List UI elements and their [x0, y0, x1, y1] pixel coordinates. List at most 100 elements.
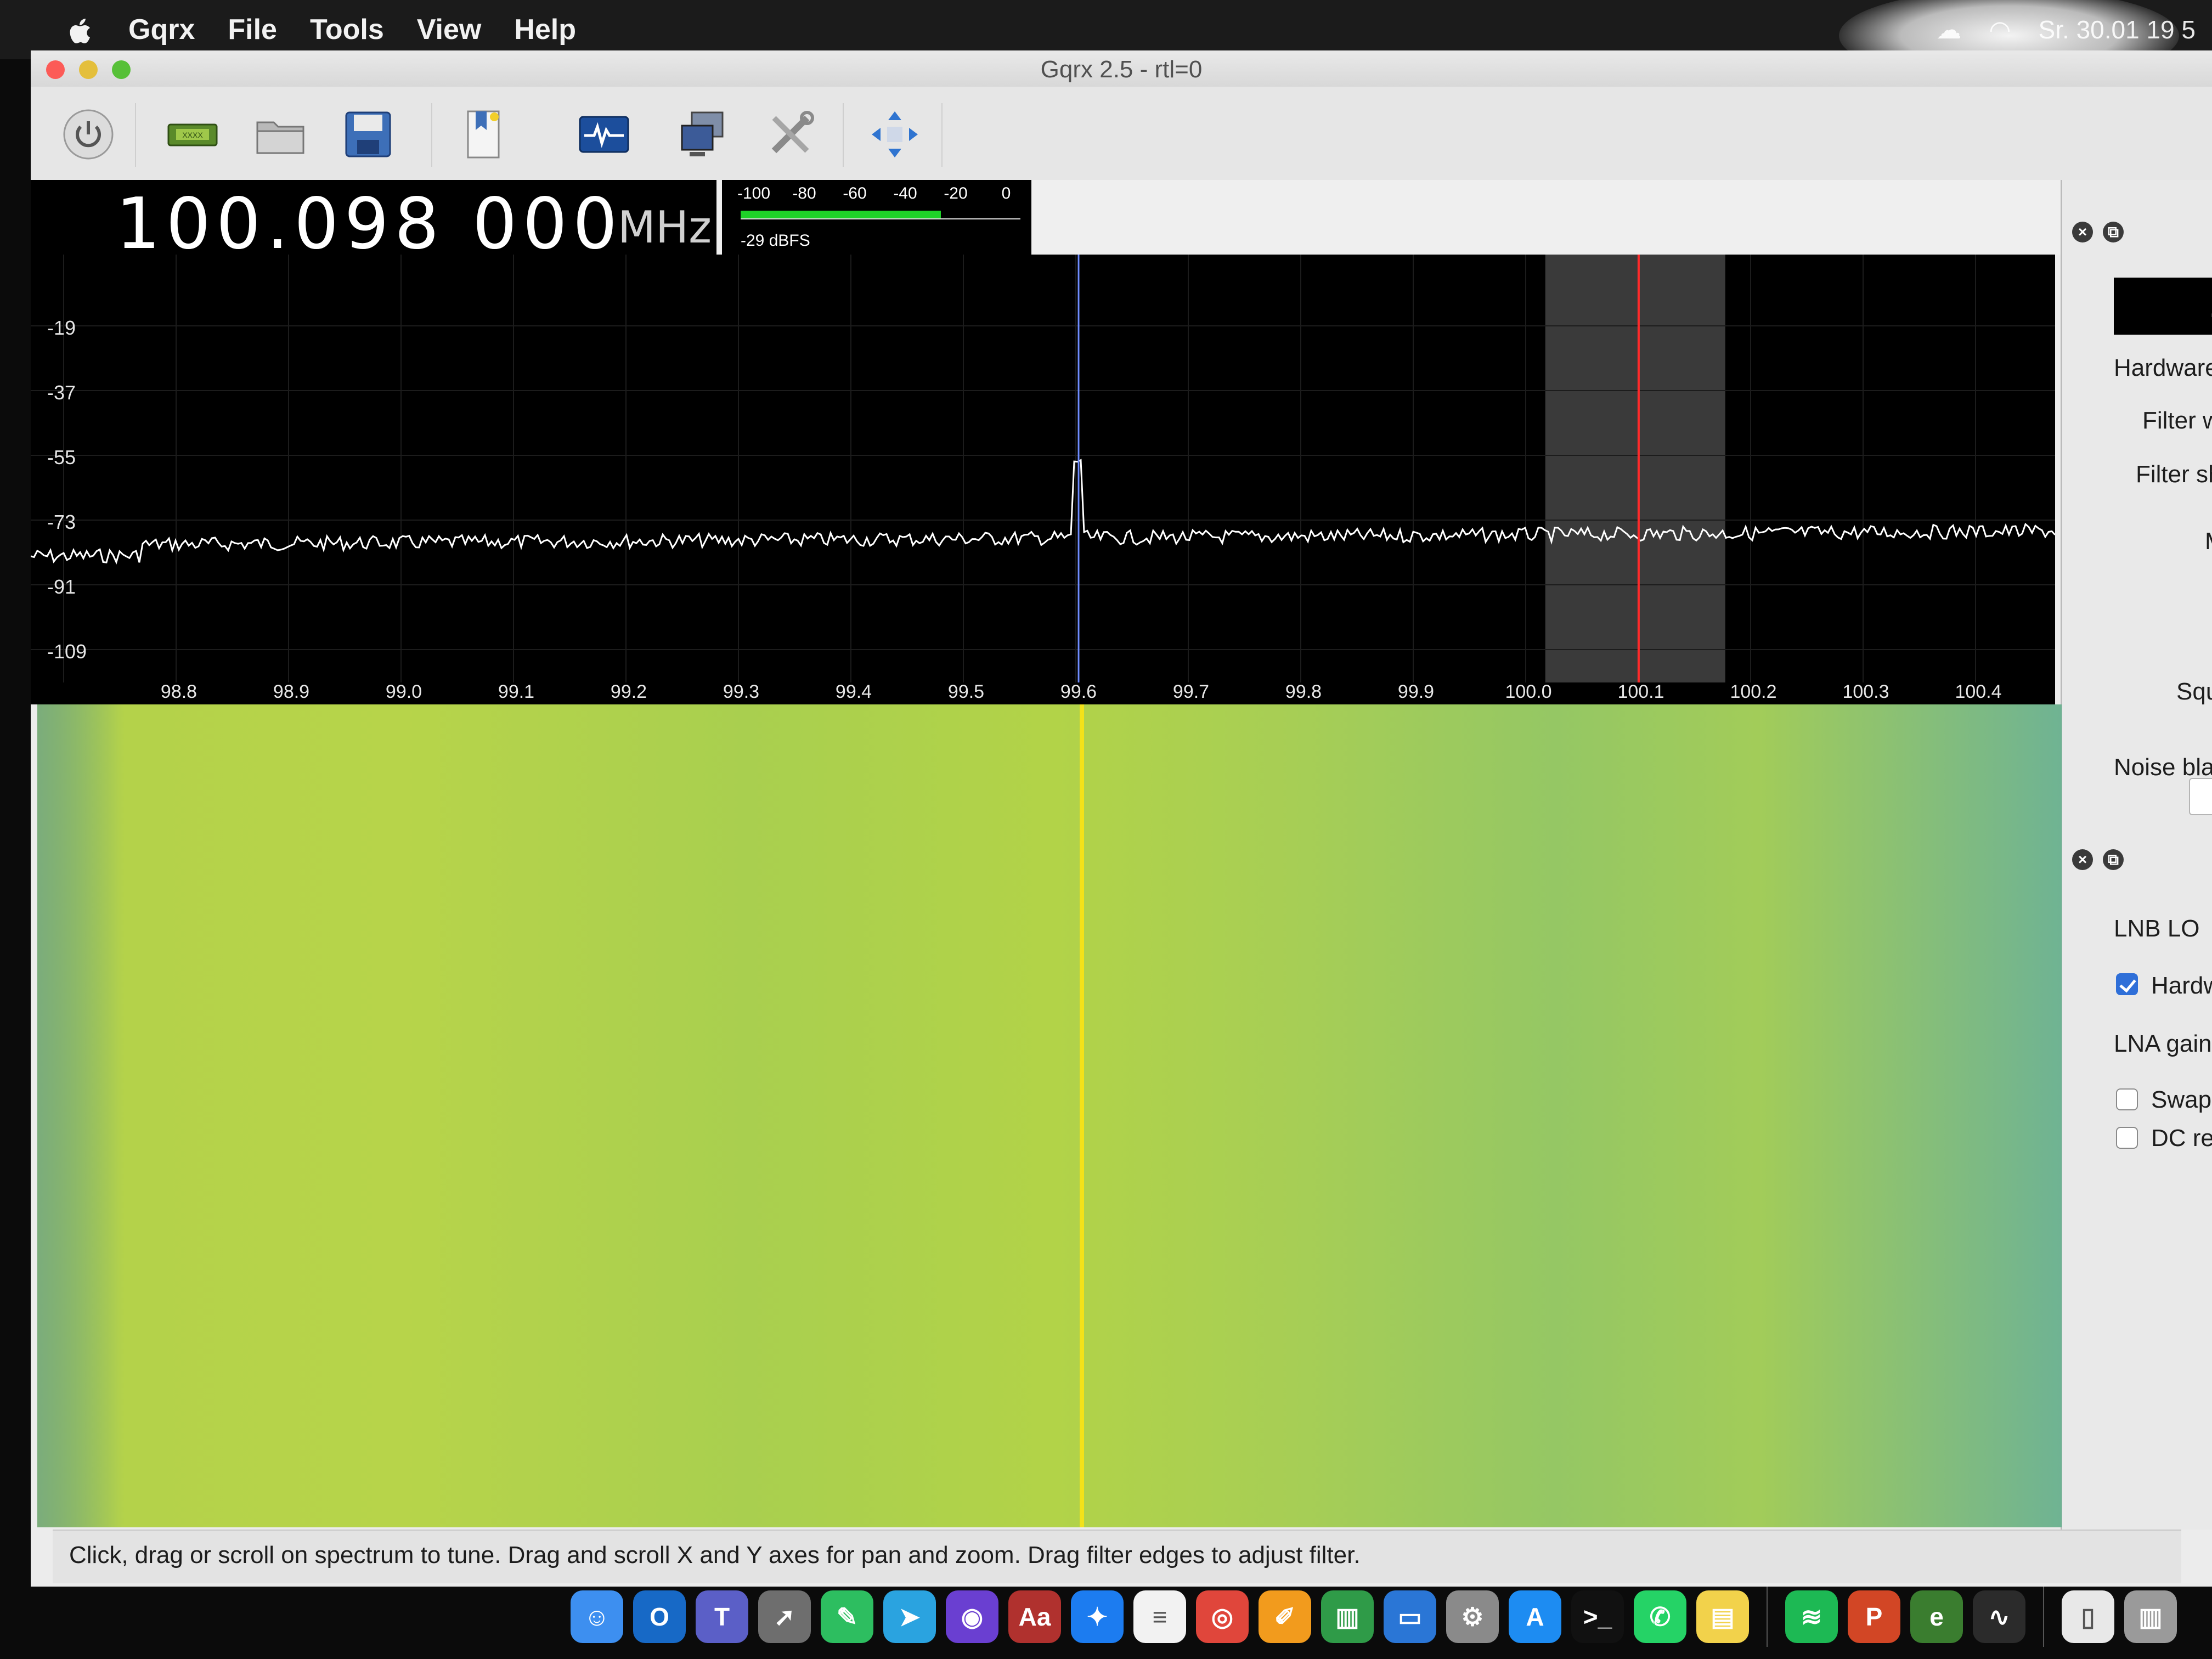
menu-app-name[interactable]: Gqrx [128, 13, 195, 46]
menu-help[interactable]: Help [514, 13, 576, 46]
keynote-icon[interactable]: ▭ [1384, 1590, 1436, 1643]
app-store-icon[interactable]: A [1509, 1590, 1561, 1643]
status-message: Click, drag or scroll on spectrum to tun… [69, 1542, 1361, 1568]
open-button[interactable] [250, 104, 311, 165]
y-tick-label: -91 [47, 575, 76, 598]
input-panel-close-button[interactable]: × [2072, 849, 2093, 870]
x-tick-label: 99.2 [611, 681, 647, 702]
safari-icon[interactable]: ✦ [1071, 1590, 1124, 1643]
panel-float-button[interactable]: ⧉ [2103, 222, 2124, 242]
menu-tools[interactable]: Tools [310, 13, 384, 46]
teams-icon[interactable]: T [696, 1590, 748, 1643]
meter-tick-label: -20 [944, 184, 968, 202]
menu-file[interactable]: File [228, 13, 277, 46]
meter-scale: -100 -80 -60 -40 -20 0 [732, 184, 1023, 206]
x-tick-label: 98.8 [161, 681, 197, 702]
x-tick-label: 99.7 [1173, 681, 1209, 702]
whatsapp-icon[interactable]: ✆ [1634, 1590, 1686, 1643]
launchpad-icon[interactable]: ➚ [758, 1590, 811, 1643]
system-preferences-icon[interactable]: ⚙ [1446, 1590, 1499, 1643]
stickies-icon[interactable]: ▤ [1696, 1590, 1749, 1643]
save-icon [345, 111, 391, 157]
receiver-frequency[interactable]: 4 [2114, 278, 2212, 337]
reminders-icon[interactable]: ≡ [1133, 1590, 1186, 1643]
settings-button[interactable] [760, 104, 821, 165]
right-dock: × ⧉ 4 Hardware fr Filter wid Filter shap… [2061, 180, 2212, 1530]
frequency-bar: 100.098 000 MHz -100 -80 -60 -40 -20 0 -29 dB… [31, 180, 2061, 265]
x-tick-label: 98.9 [273, 681, 309, 702]
terminal-icon[interactable]: >_ [1571, 1590, 1624, 1643]
remote-control-button[interactable] [673, 104, 733, 165]
x-tick-label: 99.6 [1060, 681, 1097, 702]
powerpoint-icon[interactable]: P [1848, 1590, 1900, 1643]
y-tick-label: -109 [47, 640, 87, 663]
hardware-button[interactable]: XXXX [162, 104, 223, 165]
window-title: Gqrx 2.5 - rtl=0 [1040, 56, 1203, 83]
spotify-icon[interactable]: ≋ [1785, 1590, 1838, 1643]
dictionary-icon[interactable]: Aa [1008, 1590, 1061, 1643]
power-icon [63, 109, 114, 160]
finder-icon[interactable]: ☺ [571, 1590, 623, 1643]
frequency-control[interactable]: 100.098 000 MHz [31, 180, 716, 265]
app-e-icon[interactable]: e [1910, 1590, 1963, 1643]
float-icon: ⧉ [2108, 851, 2119, 868]
siri-icon[interactable]: ◉ [946, 1590, 998, 1643]
swap-iq-checkbox[interactable] [2116, 1088, 2138, 1110]
meter-tick-label: -40 [893, 184, 917, 202]
y-tick-label: -55 [47, 446, 76, 469]
x-tick-label: 100.2 [1730, 681, 1776, 702]
x-tick-label: 100.3 [1842, 681, 1889, 702]
activity-monitor-icon[interactable]: ∿ [1973, 1590, 2025, 1643]
squelch-label: Squel [2176, 678, 2212, 705]
input-panel-float-button[interactable]: ⧉ [2103, 849, 2124, 870]
outlook-icon[interactable]: O [633, 1590, 686, 1643]
x-tick-label: 100.0 [1505, 681, 1551, 702]
y-tick-label: -19 [47, 317, 76, 339]
lna-gain-label: LNA gain [2114, 1030, 2212, 1057]
panel-close-button[interactable]: × [2072, 222, 2093, 242]
chrome-icon[interactable]: ◎ [1196, 1590, 1249, 1643]
dc-remove-checkbox[interactable] [2116, 1127, 2138, 1149]
x-tick-label: 99.1 [498, 681, 534, 702]
x-tick-label: 99.3 [723, 681, 759, 702]
meter-tick-label: -80 [792, 184, 816, 202]
spectrum-svg[interactable]: -19 -37 -55 -73 -91 -109 98.8 98.9 99.0 99.1 99.2 9… [31, 255, 2055, 704]
close-icon: × [2078, 223, 2087, 240]
fullscreen-button[interactable] [865, 104, 925, 165]
power-button[interactable] [58, 104, 119, 165]
pages-icon[interactable]: ✐ [1259, 1590, 1311, 1643]
save-button[interactable] [338, 104, 398, 165]
float-icon: ⧉ [2108, 223, 2119, 240]
filter-shape-label: Filter shap [2136, 461, 2212, 488]
telegram-icon[interactable]: ➤ [883, 1590, 936, 1643]
lnb-lo-input[interactable] [2189, 778, 2212, 815]
waveform-icon [579, 116, 629, 153]
apple-icon[interactable] [65, 13, 95, 46]
x-tick-label: 99.0 [386, 681, 422, 702]
y-tick-label: -73 [47, 511, 76, 533]
svg-text:XXXX: XXXX [182, 131, 203, 139]
noise-blanker-label: Noise blank [2114, 754, 2212, 781]
evernote-icon[interactable]: ✎ [821, 1590, 873, 1643]
document-icon[interactable]: ▯ [2062, 1590, 2114, 1643]
waterfall-display[interactable] [37, 704, 2062, 1527]
filter-width-label: Filter wid [2142, 407, 2212, 434]
meter-tick-label: 0 [1001, 184, 1011, 202]
meter-tick-label: -100 [737, 184, 771, 202]
frequency-digits[interactable]: 100.098 000 [116, 183, 623, 265]
trash-icon[interactable]: ▥ [2124, 1590, 2177, 1643]
spectrum-plot[interactable]: -19 -37 -55 -73 -91 -109 98.8 98.9 99.0 99.1 99.2 9… [31, 255, 2055, 704]
hardware-agc-label: Hardwar [2151, 972, 2212, 999]
bookmarks-button[interactable] [453, 104, 514, 165]
audio-fft-button[interactable] [574, 104, 634, 165]
bookmark-icon [467, 110, 500, 159]
receiver-panel-header: × ⧉ [2072, 217, 2212, 250]
hardware-agc-checkbox[interactable] [2116, 973, 2138, 995]
dock-separator [2043, 1587, 2044, 1647]
hardware-icon: XXXX [167, 123, 218, 146]
title-bar[interactable]: Gqrx 2.5 - rtl=0 [31, 50, 2212, 87]
y-tick-label: -37 [47, 381, 76, 404]
menu-view[interactable]: View [417, 13, 482, 46]
numbers-icon[interactable]: ▥ [1321, 1590, 1374, 1643]
fullscreen-icon [872, 111, 918, 157]
